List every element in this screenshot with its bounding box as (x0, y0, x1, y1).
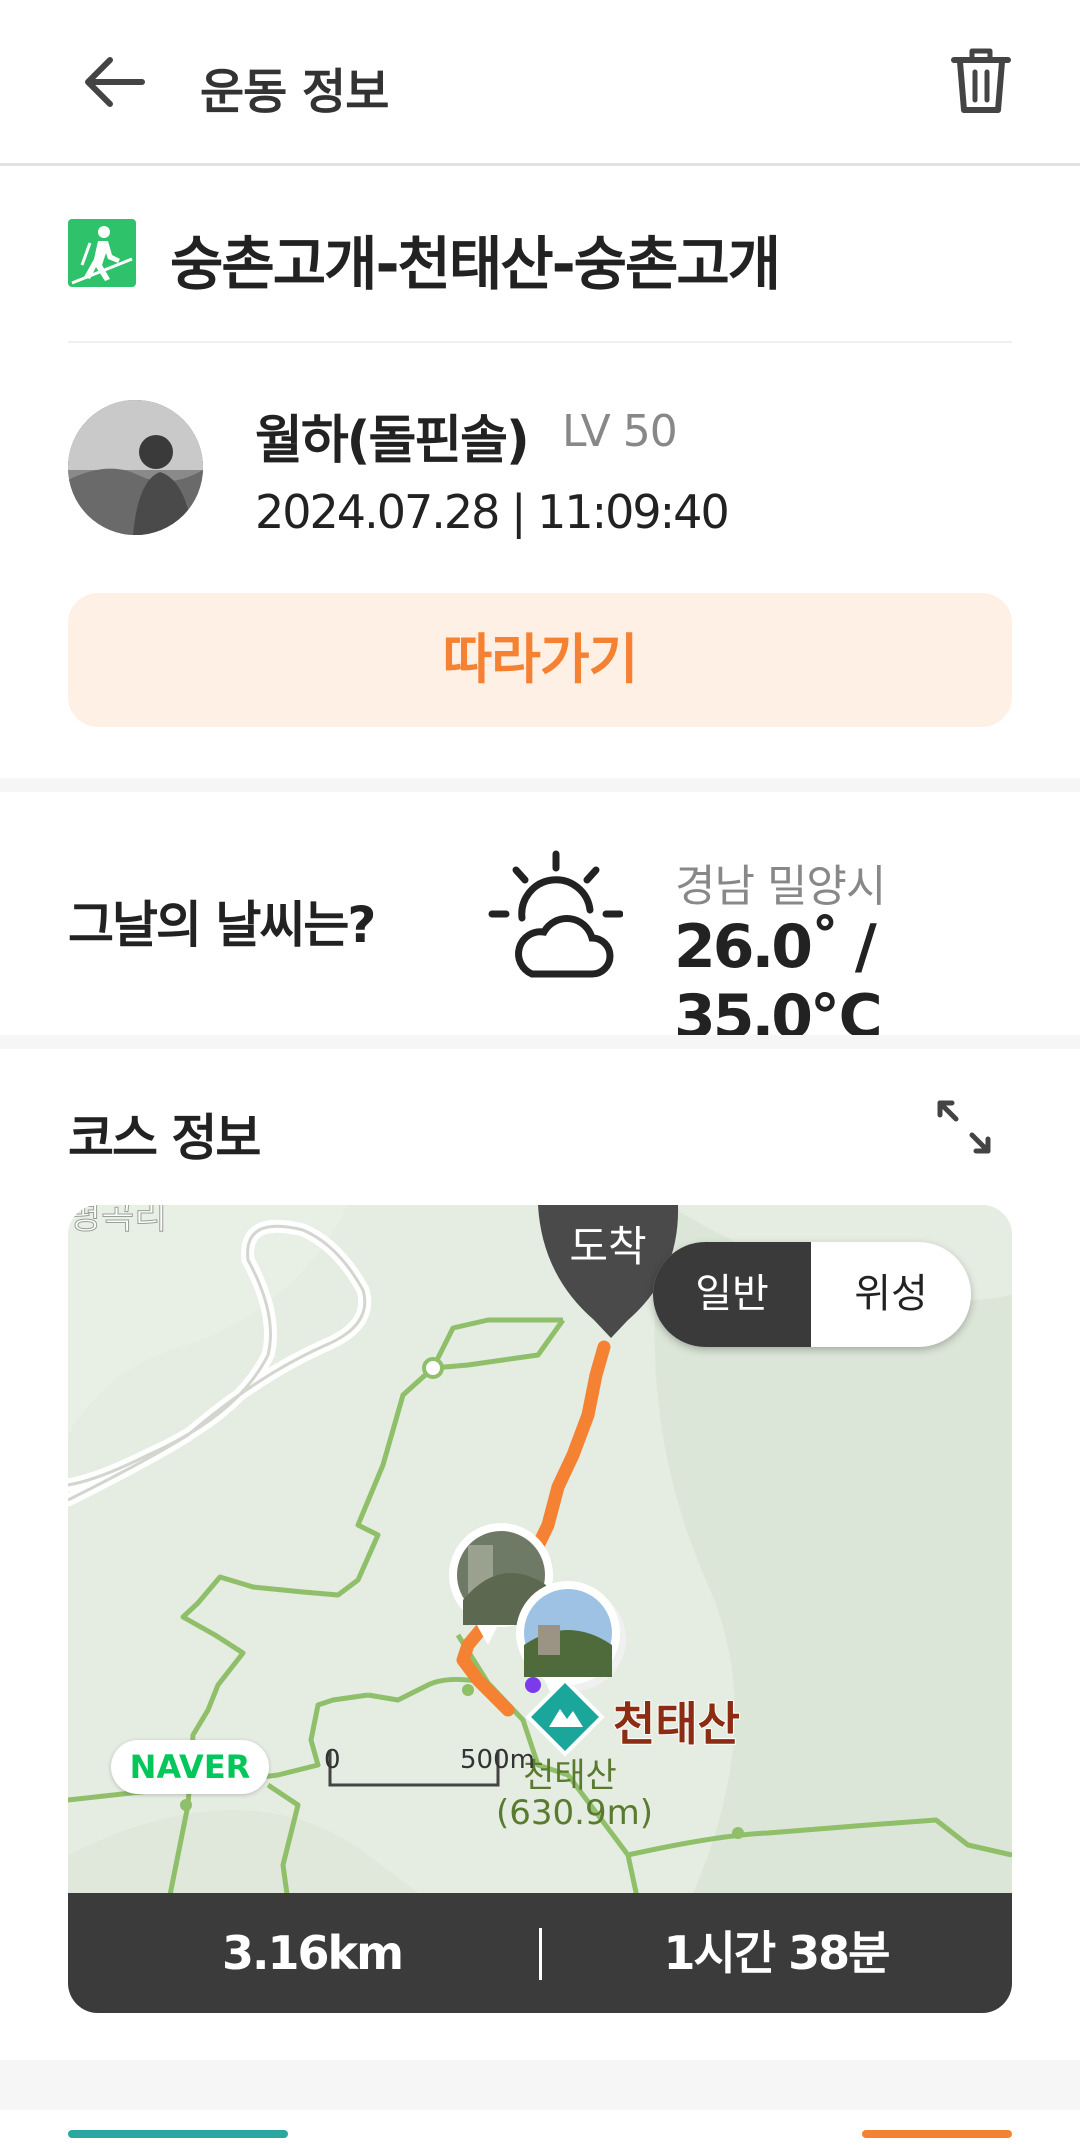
peak-elevation: (630.9m) (496, 1793, 653, 1833)
course-info-label: 코스 정보 (68, 1109, 261, 1167)
peak-name: 천태산 (612, 1696, 741, 1752)
hiking-icon (68, 219, 136, 287)
map-corner-label: 평곡리 (68, 1205, 168, 1238)
speed-chart-label-peek (68, 2130, 288, 2138)
course-title-row: 숭촌고개-천태산-숭촌고개 (68, 215, 1012, 343)
map-type-satellite[interactable]: 위성 (811, 1242, 971, 1347)
next-section-peek (0, 2110, 1080, 2150)
follow-button-label: 따라가기 (442, 630, 639, 690)
top-bar: 운동 정보 (0, 0, 1080, 166)
scale-start: 0 (324, 1745, 341, 1775)
page-title: 운동 정보 (200, 64, 389, 120)
course-duration: 1시간 38분 (663, 1926, 891, 1980)
arrow-left-icon[interactable] (80, 52, 150, 112)
map-type-normal[interactable]: 일반 (653, 1242, 811, 1347)
weather-location: 경남 밀양시 (675, 861, 886, 912)
map-type-toggle: 일반 위성 (653, 1242, 971, 1347)
avatar[interactable] (68, 400, 203, 535)
elevation-chart-label-peek (862, 2130, 1012, 2138)
user-name: 월하(돌핀솔) (255, 411, 530, 471)
section-divider (0, 1035, 1080, 1049)
follow-button[interactable]: 따라가기 (68, 593, 1012, 727)
naver-logo[interactable]: NAVER (111, 1740, 269, 1794)
user-level: LV 50 (562, 406, 678, 457)
weather-label: 그날의 날씨는? (68, 896, 376, 954)
trash-icon[interactable] (950, 46, 1012, 116)
activity-datetime: 2024.07.28 | 11:09:40 (255, 485, 730, 539)
peak-label: 천태산 (523, 1756, 617, 1796)
course-map[interactable]: 평곡리 도착 일반 위성 천태산 천태산 (630.9m) 0 500m NAV… (68, 1205, 1012, 2013)
course-distance: 3.16km (221, 1926, 404, 1980)
course-title: 숭촌고개-천태산-숭촌고개 (170, 230, 781, 298)
expand-icon[interactable] (934, 1097, 994, 1157)
section-divider (0, 778, 1080, 792)
section-divider (0, 2060, 1080, 2110)
partly-cloudy-icon (488, 850, 623, 978)
scale-end: 500m (460, 1745, 535, 1775)
course-stats-bar: 3.16km 1시간 38분 (68, 1893, 1012, 2013)
weather-temperature: 26.0˚ / 35.0℃ (674, 912, 883, 1052)
